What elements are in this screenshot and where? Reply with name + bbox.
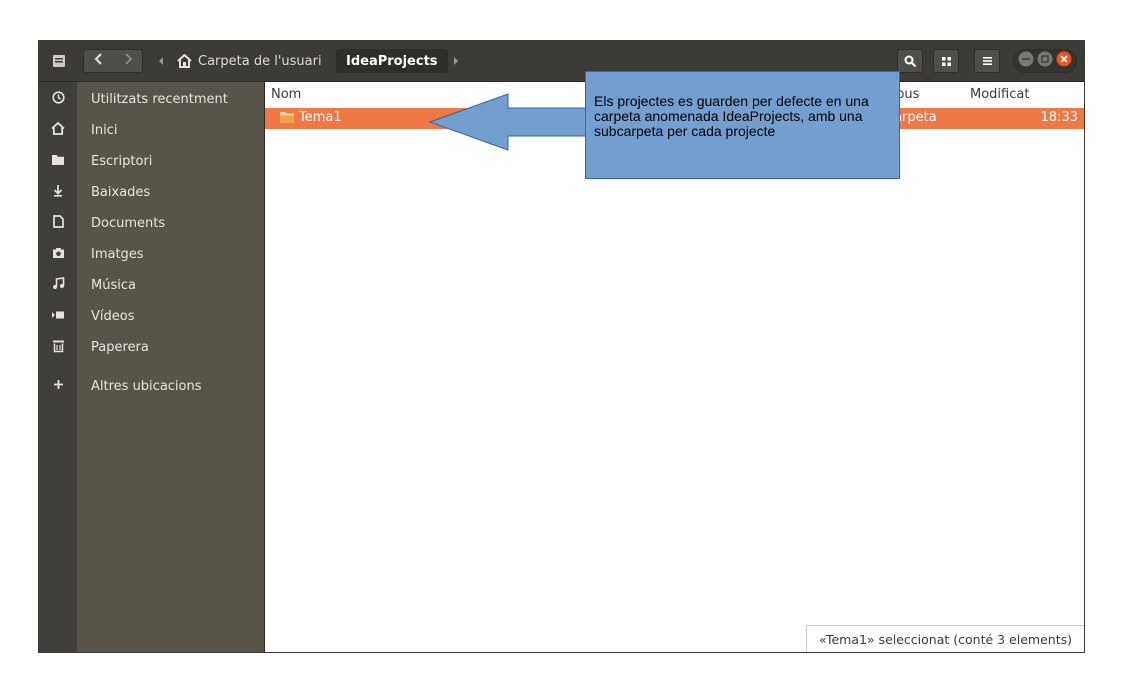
callout-note: Els projectes es guarden per defecte en … bbox=[585, 71, 900, 179]
callout-arrow bbox=[428, 93, 587, 151]
